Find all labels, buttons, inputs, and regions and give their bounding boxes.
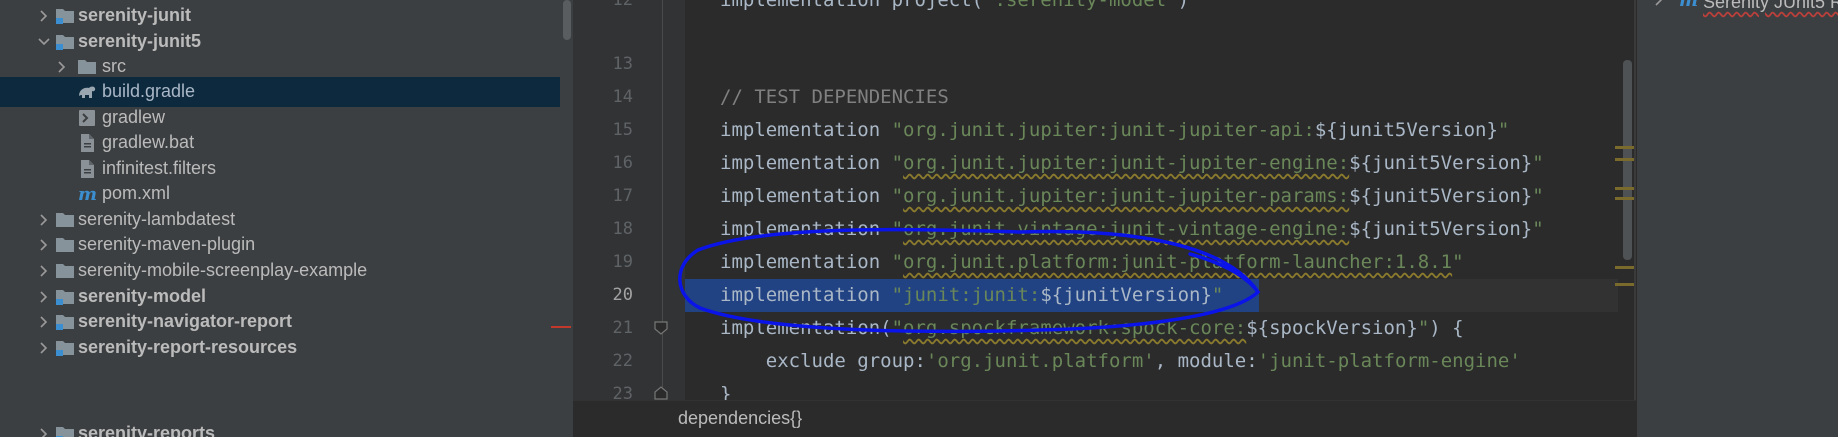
code-line-16[interactable]: implementation "org.junit.jupiter:junit-… <box>720 147 1544 180</box>
line-number-current: 20 <box>612 285 633 305</box>
svg-text:m: m <box>1679 0 1698 11</box>
chevron-right-icon[interactable] <box>54 59 70 75</box>
tree-item-label: src <box>102 56 126 76</box>
code-line-15[interactable]: implementation "org.junit.jupiter:junit-… <box>720 114 1509 147</box>
folder-icon <box>54 209 76 231</box>
folder-icon <box>54 234 76 256</box>
maven-icon: m <box>76 183 98 205</box>
line-number: 17 <box>612 186 633 206</box>
code-line-19[interactable]: implementation "org.junit.platform:junit… <box>720 246 1464 279</box>
tree-item-label: serenity-maven-plugin <box>78 234 256 254</box>
tree-item-serenity-reports[interactable]: serenity-reports <box>0 419 573 437</box>
chevron-right-icon[interactable] <box>36 237 52 253</box>
tree-scrollbar-thumb[interactable] <box>563 0 571 40</box>
line-number: 14 <box>612 87 633 107</box>
tree-item-label: pom.xml <box>102 183 171 203</box>
tree-item-label: serenity-mobile-screenplay-example <box>78 260 368 280</box>
structure-panel: m Serenity JUnit5 R <box>1636 0 1838 437</box>
warning-stripe[interactable] <box>1615 197 1635 200</box>
warning-stripe[interactable] <box>1615 187 1635 190</box>
project-tree: serenity-junit serenity-junit5 src build… <box>0 0 573 437</box>
tree-item-label: serenity-junit <box>78 5 192 25</box>
line-number: 19 <box>612 252 633 272</box>
maven-icon: m <box>1677 0 1699 11</box>
module-folder-icon <box>54 286 76 308</box>
module-folder-icon <box>54 5 76 27</box>
line-number: 12 <box>612 0 633 10</box>
gradle-elephant-icon <box>76 81 98 103</box>
code-line-18[interactable]: implementation "org.junit.vintage:junit-… <box>720 213 1544 246</box>
tree-item-label: serenity-junit5 <box>78 31 202 51</box>
code-line-23[interactable]: } <box>720 378 731 400</box>
fold-guide <box>662 0 663 400</box>
breadcrumb: dependencies{} <box>573 400 1636 437</box>
file-icon <box>76 132 98 154</box>
line-number: 13 <box>612 54 633 74</box>
terminal-script-icon <box>76 107 98 129</box>
chevron-right-icon[interactable] <box>36 212 52 228</box>
code-line-17[interactable]: implementation "org.junit.jupiter:junit-… <box>720 180 1544 213</box>
file-icon <box>76 158 98 180</box>
tree-item-label: gradlew <box>102 107 166 127</box>
structure-item-label[interactable]: Serenity JUnit5 R <box>1703 0 1838 13</box>
chevron-right-icon[interactable] <box>36 340 52 356</box>
chevron-right-icon[interactable] <box>36 263 52 279</box>
folder-icon <box>54 260 76 282</box>
tree-item-label: serenity-lambdatest <box>78 209 236 229</box>
tree-item-label: build.gradle <box>102 81 196 101</box>
code-editor[interactable]: implementation project(':serenity-model'… <box>685 0 1635 400</box>
line-number: 22 <box>612 351 633 371</box>
tree-item-serenity-report-resources[interactable]: serenity-report-resources <box>0 333 573 363</box>
warning-stripe[interactable] <box>1615 266 1635 269</box>
breadcrumb-item[interactable]: dependencies{} <box>678 408 802 429</box>
warning-stripe[interactable] <box>1615 283 1635 286</box>
fold-end-icon[interactable] <box>654 386 668 400</box>
fold-start-icon[interactable] <box>654 321 668 335</box>
module-folder-icon <box>54 311 76 333</box>
chevron-right-icon[interactable] <box>36 426 52 437</box>
tree-item-label: infinitest.filters <box>102 158 217 178</box>
code-line-21[interactable]: implementation("org.spockframework:spock… <box>720 312 1464 345</box>
tree-item-label: serenity-report-resources <box>78 337 298 357</box>
warning-stripe[interactable] <box>1615 158 1635 161</box>
svg-text:m: m <box>78 184 97 205</box>
module-folder-icon <box>54 337 76 359</box>
code-line-20[interactable]: implementation "junit:junit:${junitVersi… <box>720 279 1223 312</box>
tree-scrollbar[interactable] <box>560 0 573 437</box>
module-folder-icon <box>54 31 76 53</box>
tree-item-label: serenity-model <box>78 286 207 306</box>
module-folder-icon <box>54 423 76 437</box>
chevron-right-icon[interactable] <box>36 314 52 330</box>
chevron-down-icon[interactable] <box>36 34 52 50</box>
chevron-right-icon[interactable] <box>36 289 52 305</box>
code-line-12[interactable]: implementation project(':serenity-model'… <box>720 0 1189 17</box>
warning-stripe[interactable] <box>1615 146 1635 149</box>
line-number: 21 <box>612 318 633 338</box>
chevron-right-icon[interactable] <box>36 8 52 24</box>
chevron-right-icon[interactable] <box>1651 0 1667 8</box>
tree-item-label: serenity-navigator-report <box>78 311 293 331</box>
editor-gutter[interactable]: 12 13 14 15 16 17 18 19 20 21 22 23 <box>573 0 685 404</box>
line-number: 15 <box>612 120 633 140</box>
tree-item-label: serenity-reports <box>78 423 216 437</box>
line-number: 16 <box>612 153 633 173</box>
code-line-22[interactable]: exclude group:'org.junit.platform', modu… <box>720 345 1521 378</box>
folder-icon <box>76 56 98 78</box>
tree-item-label: gradlew.bat <box>102 132 195 152</box>
code-line-14[interactable]: // TEST DEPENDENCIES <box>720 81 949 114</box>
line-number: 18 <box>612 219 633 239</box>
error-marker <box>551 326 571 328</box>
